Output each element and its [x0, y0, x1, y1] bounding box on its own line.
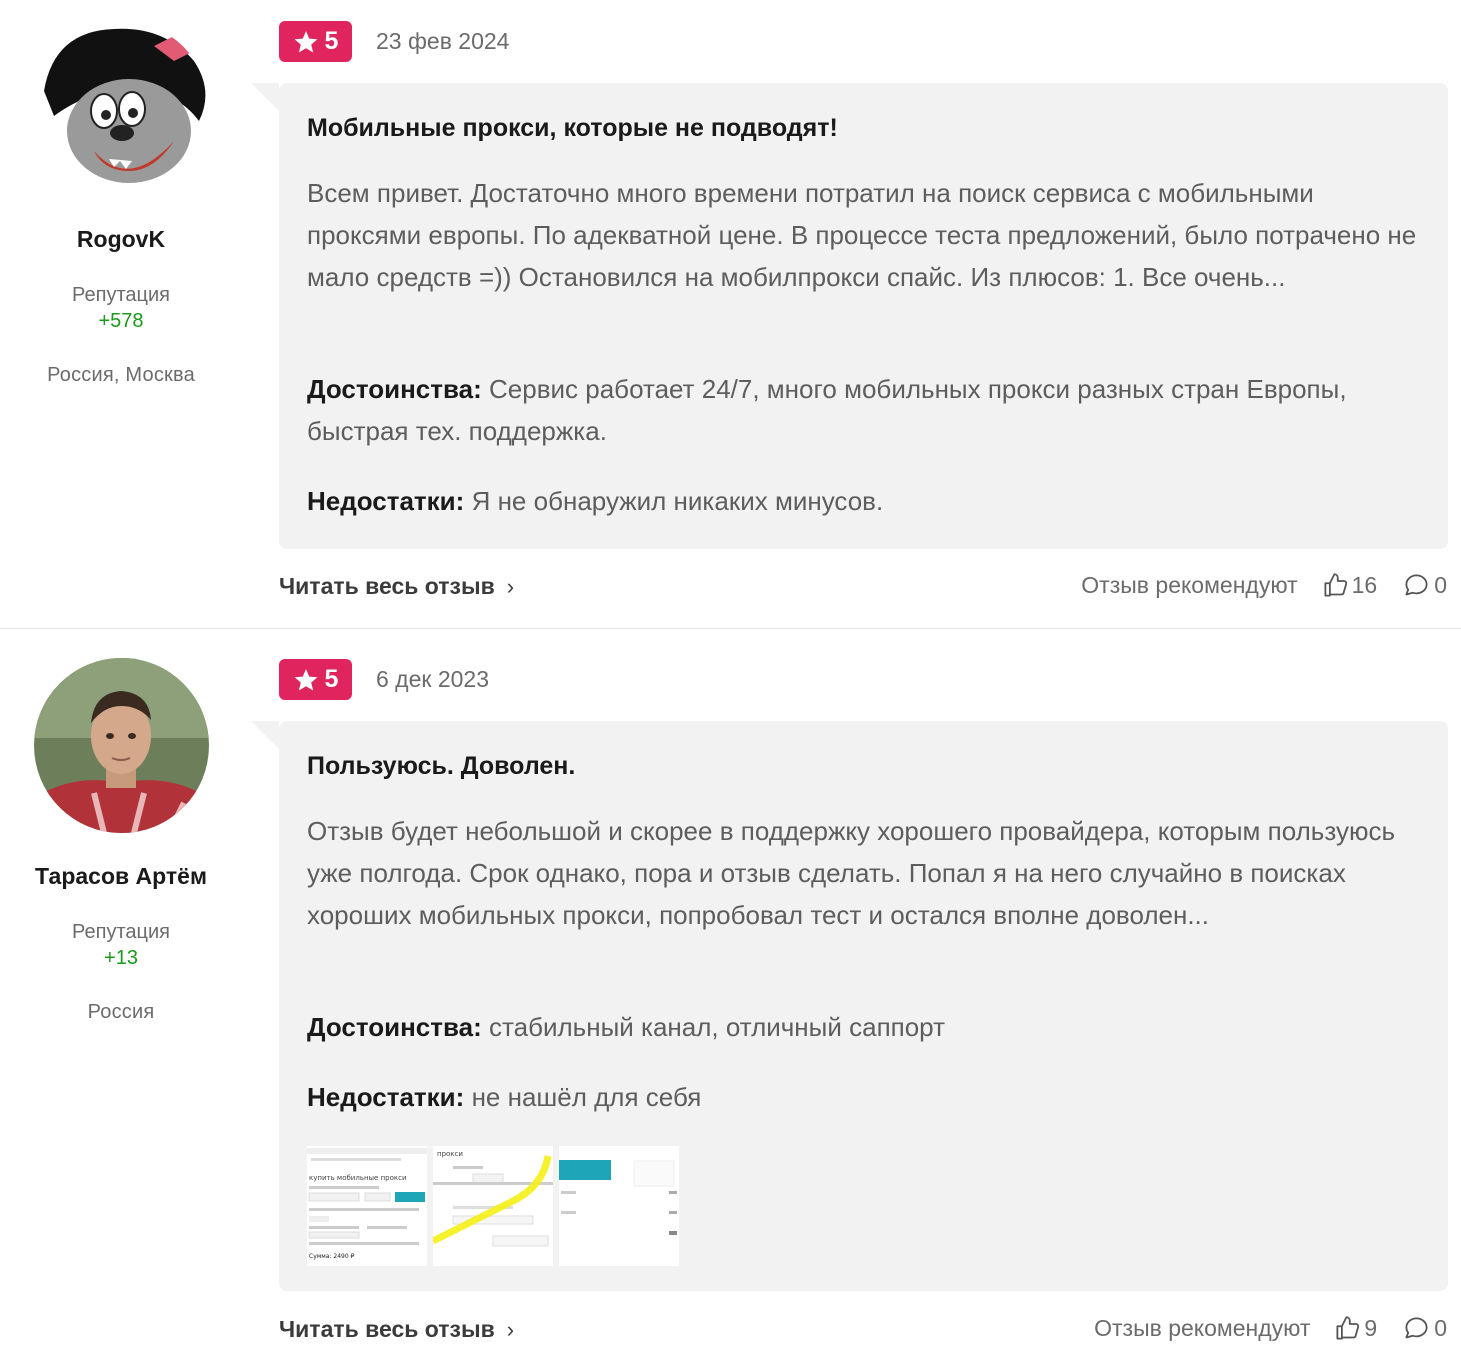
recommend-label: Отзыв рекомендуют: [1081, 572, 1298, 598]
like-button[interactable]: 16: [1322, 572, 1378, 599]
review-item: RogovK Репутация +578 Россия, Москва 5 2…: [0, 0, 1461, 628]
review-title[interactable]: Мобильные прокси, которые не подводят!: [307, 114, 838, 143]
thumbs-up-icon: [1336, 1316, 1360, 1340]
like-count: 16: [1351, 572, 1378, 598]
cons-label: Недостатки:: [307, 1082, 465, 1112]
read-full-review-link[interactable]: Читать весь отзыв ›: [279, 573, 514, 600]
review-pros: Достоинства: стабильный канал, отличный …: [307, 1006, 1417, 1048]
star-icon: [294, 668, 317, 691]
thumbnail-caption: прокси: [437, 1150, 463, 1158]
review-text: Отзыв будет небольшой и скорее в поддерж…: [307, 816, 1395, 930]
like-button[interactable]: 9: [1334, 1315, 1377, 1342]
review-footer-actions: Отзыв рекомендуют 16 0: [1081, 572, 1447, 599]
pros-label: Достоинства:: [307, 374, 482, 404]
comment-count: 0: [1434, 1315, 1447, 1341]
comment-count: 0: [1434, 572, 1447, 598]
thumbnail-caption: купить мобильные прокси: [309, 1174, 407, 1182]
cons-label: Недостатки:: [307, 486, 465, 516]
recommend-label: Отзыв рекомендуют: [1094, 1315, 1311, 1341]
chevron-right-icon: ›: [506, 1316, 515, 1342]
review-item: Тарасов Артём Репутация +13 Россия 5 6 д…: [0, 629, 1461, 1370]
avatar[interactable]: [34, 21, 209, 196]
comment-icon: [1405, 1317, 1428, 1339]
chevron-right-icon: ›: [506, 573, 515, 599]
author-name[interactable]: RogovK: [0, 226, 242, 253]
comment-icon: [1405, 574, 1428, 596]
rating-badge: 5: [279, 21, 352, 62]
thumbnail-sum: Сумма: 2490 ₽: [309, 1253, 355, 1260]
cons-text: Я не обнаружил никаких минусов.: [471, 486, 884, 516]
star-icon: [294, 30, 317, 53]
thumbs-up-icon: [1324, 573, 1347, 597]
review-footer-actions: Отзыв рекомендуют 9 0: [1094, 1315, 1447, 1342]
pros-label: Достоинства:: [307, 1012, 482, 1042]
reputation-label: Репутация: [72, 921, 170, 943]
attachment-thumbnail[interactable]: [559, 1146, 679, 1266]
pros-text: стабильный канал, отличный саппорт: [489, 1012, 945, 1042]
review-text: Всем привет. Достаточно много времени по…: [307, 178, 1417, 292]
avatar[interactable]: [34, 658, 209, 833]
attachment-thumbnail[interactable]: прокси: [433, 1146, 553, 1266]
review-pros: Достоинства: Сервис работает 24/7, много…: [307, 368, 1417, 452]
author-name[interactable]: Тарасов Артём: [0, 863, 242, 890]
read-all-label: Читать весь отзыв: [279, 1316, 495, 1342]
review-cons: Недостатки: не нашёл для себя: [307, 1076, 1417, 1118]
author-location: Россия: [87, 1001, 155, 1023]
rating-value: 5: [324, 665, 339, 693]
review-date: 6 дек 2023: [376, 666, 490, 692]
review-title[interactable]: Пользуюсь. Доволен.: [307, 752, 575, 781]
reputation-label: Репутация: [72, 284, 170, 306]
comments-button[interactable]: 0: [1403, 572, 1447, 599]
review-card: Мобильные прокси, которые не подводят! В…: [251, 83, 1448, 549]
read-all-label: Читать весь отзыв: [279, 573, 495, 599]
rating-value: 5: [324, 27, 339, 55]
review-card: Пользуюсь. Доволен. Отзыв будет небольшо…: [251, 721, 1448, 1291]
attachment-thumbnail[interactable]: купить мобильные прокси Сумма: 2490 ₽: [307, 1146, 427, 1266]
review-attachments: купить мобильные прокси Сумма: 2490 ₽ пр…: [307, 1146, 679, 1266]
read-full-review-link[interactable]: Читать весь отзыв ›: [279, 1316, 514, 1343]
like-count: 9: [1364, 1315, 1378, 1341]
author-location: Россия, Москва: [47, 364, 195, 386]
comments-button[interactable]: 0: [1403, 1315, 1447, 1342]
review-cons: Недостатки: Я не обнаружил никаких минус…: [307, 480, 1417, 522]
review-date: 23 фев 2024: [376, 28, 510, 54]
reputation-value: +13: [104, 947, 138, 969]
reputation-value: +578: [98, 310, 144, 332]
rating-badge: 5: [279, 659, 352, 700]
cons-text: не нашёл для себя: [471, 1082, 702, 1112]
